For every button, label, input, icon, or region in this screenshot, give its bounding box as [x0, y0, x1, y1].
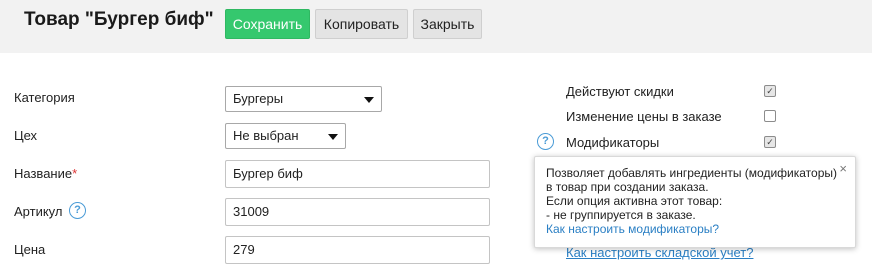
discounts-checkbox[interactable]: ✓	[764, 85, 776, 97]
modifiers-checkbox[interactable]: ✓	[764, 136, 776, 148]
modifiers-label: Модификаторы	[566, 135, 660, 150]
page-header: Товар "Бургер биф" Сохранить Копировать …	[0, 0, 872, 53]
save-button[interactable]: Сохранить	[225, 9, 310, 39]
name-label-text: Название	[14, 166, 73, 181]
price-change-label: Изменение цены в заказе	[566, 109, 722, 124]
check-icon: ✓	[766, 86, 774, 96]
close-button[interactable]: Закрыть	[413, 9, 482, 39]
required-mark: *	[72, 166, 78, 181]
price-change-checkbox[interactable]	[764, 110, 776, 122]
workshop-select[interactable]: Не выбран	[225, 123, 346, 149]
name-input[interactable]: Бургер биф	[225, 160, 490, 188]
workshop-label: Цех	[14, 128, 38, 143]
tooltip-text: Позволяет добавлять ингредиенты (модифик…	[546, 166, 837, 222]
copy-button[interactable]: Копировать	[315, 9, 408, 39]
price-input[interactable]: 279	[225, 236, 490, 264]
category-select[interactable]: Бургеры	[225, 86, 382, 112]
chevron-down-icon	[364, 97, 374, 103]
category-select-value: Бургеры	[233, 91, 284, 106]
check-icon: ✓	[766, 137, 774, 147]
close-icon[interactable]: ×	[839, 161, 847, 176]
category-label: Категория	[14, 90, 75, 105]
help-icon[interactable]: ?	[537, 133, 554, 150]
modifiers-tooltip: × Позволяет добавлять ингредиенты (модиф…	[534, 156, 856, 248]
name-label: Название*	[14, 166, 77, 181]
workshop-select-value: Не выбран	[233, 128, 299, 143]
modifiers-help-link[interactable]: Как настроить модификаторы?	[546, 222, 843, 236]
page-title: Товар "Бургер биф"	[24, 9, 214, 30]
chevron-down-icon	[328, 134, 338, 140]
sku-label: Артикул	[14, 204, 63, 219]
help-icon[interactable]: ?	[69, 202, 86, 219]
discounts-label: Действуют скидки	[566, 84, 674, 99]
sku-input[interactable]: 31009	[225, 198, 490, 226]
